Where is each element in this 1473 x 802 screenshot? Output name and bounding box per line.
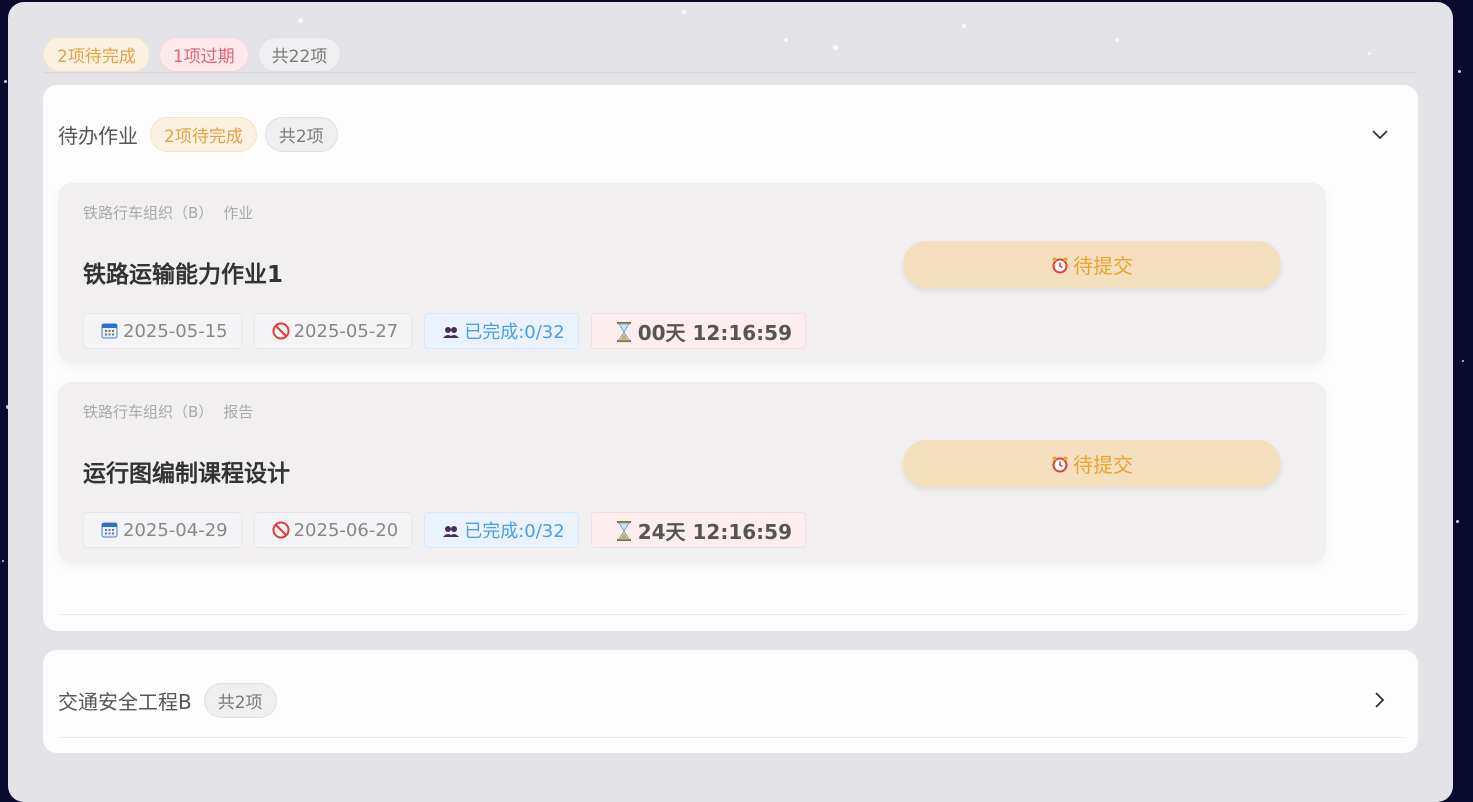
section-header[interactable]: 交通安全工程B 共2项 bbox=[58, 683, 277, 718]
assignment-tags: 2025-05-15 2025-05-27 已完成:0/32 00天 12:16… bbox=[83, 313, 806, 349]
overdue-summary-badge: 1项过期 bbox=[159, 37, 249, 72]
section-divider bbox=[58, 614, 1404, 615]
section-divider bbox=[58, 737, 1404, 738]
section-header[interactable]: 待办作业 2项待完成 共2项 bbox=[58, 117, 338, 152]
start-date-tag: 2025-04-29 bbox=[83, 512, 242, 548]
submit-status-button[interactable]: 待提交 bbox=[903, 241, 1281, 288]
section-pending-badge: 2项待完成 bbox=[150, 117, 257, 152]
hourglass-icon bbox=[616, 322, 634, 340]
assignment-title: 运行图编制课程设计 bbox=[83, 454, 290, 488]
due-date: 2025-05-27 bbox=[294, 321, 399, 342]
assignment-tags: 2025-04-29 2025-06-20 已完成:0/32 24天 12:16… bbox=[83, 512, 806, 548]
assignment-type: 报告 bbox=[223, 403, 253, 421]
status-label: 待提交 bbox=[1073, 449, 1133, 478]
chevron-right-icon[interactable] bbox=[1368, 688, 1392, 712]
section-count-badge: 共2项 bbox=[204, 683, 277, 718]
summary-badges: 2项待完成 1项过期 共22项 bbox=[43, 37, 341, 72]
countdown-tag: 00天 12:16:59 bbox=[591, 313, 806, 349]
calendar-icon bbox=[101, 322, 119, 340]
submit-status-button[interactable]: 待提交 bbox=[903, 440, 1281, 487]
due-date-tag: 2025-05-27 bbox=[254, 313, 413, 349]
completed-count: 已完成:0/32 bbox=[464, 517, 565, 543]
pending-summary-badge: 2项待完成 bbox=[43, 37, 150, 72]
hourglass-icon bbox=[616, 521, 634, 539]
people-icon bbox=[442, 322, 460, 340]
section-traffic-safety: 交通安全工程B 共2项 bbox=[43, 650, 1418, 753]
course-name: 铁路行车组织（B） bbox=[83, 403, 213, 421]
assignment-type: 作业 bbox=[223, 204, 253, 222]
assignment-card[interactable]: 铁路行车组织（B） 报告 运行图编制课程设计 待提交 2025-04-29 202… bbox=[58, 382, 1326, 562]
summary-divider bbox=[43, 72, 1418, 73]
start-date: 2025-04-29 bbox=[123, 520, 228, 541]
section-pending-homework: 待办作业 2项待完成 共2项 铁路行车组织（B） 作业 铁路运输能力作业1 待提交… bbox=[43, 85, 1418, 631]
section-title: 待办作业 bbox=[58, 120, 138, 149]
prohibited-icon bbox=[272, 521, 290, 539]
section-count-badge: 共2项 bbox=[265, 117, 338, 152]
start-date: 2025-05-15 bbox=[123, 321, 228, 342]
start-date-tag: 2025-05-15 bbox=[83, 313, 242, 349]
assignment-meta: 铁路行车组织（B） 作业 bbox=[83, 202, 253, 223]
calendar-icon bbox=[101, 521, 119, 539]
completed-count: 已完成:0/32 bbox=[464, 318, 565, 344]
assignment-meta: 铁路行车组织（B） 报告 bbox=[83, 401, 253, 422]
assignment-title: 铁路运输能力作业1 bbox=[83, 255, 283, 289]
assignment-card[interactable]: 铁路行车组织（B） 作业 铁路运输能力作业1 待提交 2025-05-15 202… bbox=[58, 183, 1326, 363]
due-date: 2025-06-20 bbox=[294, 520, 399, 541]
countdown-tag: 24天 12:16:59 bbox=[591, 512, 806, 548]
course-name: 铁路行车组织（B） bbox=[83, 204, 213, 222]
chevron-down-icon[interactable] bbox=[1368, 123, 1392, 147]
prohibited-icon bbox=[272, 322, 290, 340]
alarm-clock-icon bbox=[1051, 256, 1069, 274]
countdown-value: 24天 12:16:59 bbox=[638, 516, 792, 545]
due-date-tag: 2025-06-20 bbox=[254, 512, 413, 548]
total-summary-badge: 共22项 bbox=[258, 37, 342, 72]
completed-tag: 已完成:0/32 bbox=[424, 313, 579, 349]
section-title: 交通安全工程B bbox=[58, 686, 192, 715]
status-label: 待提交 bbox=[1073, 250, 1133, 279]
completed-tag: 已完成:0/32 bbox=[424, 512, 579, 548]
people-icon bbox=[442, 521, 460, 539]
alarm-clock-icon bbox=[1051, 455, 1069, 473]
countdown-value: 00天 12:16:59 bbox=[638, 317, 792, 346]
